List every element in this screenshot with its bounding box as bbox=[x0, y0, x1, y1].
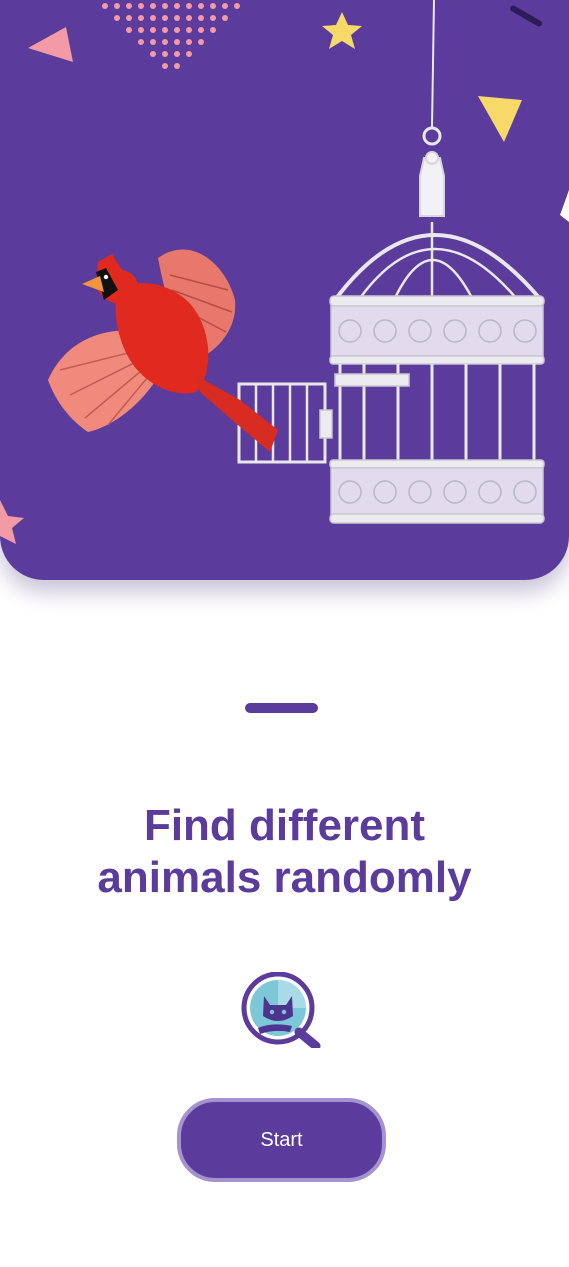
birdcage-illustration bbox=[237, 0, 545, 524]
onboarding-headline: Find different animals randomly bbox=[0, 800, 569, 904]
headline-line-2: animals randomly bbox=[97, 853, 472, 902]
page-indicator bbox=[245, 703, 318, 713]
hero-illustration bbox=[0, 0, 569, 580]
start-button[interactable]: Start bbox=[177, 1098, 386, 1182]
cat-magnifier-icon bbox=[240, 971, 322, 1051]
headline-line-1: Find different bbox=[143, 801, 426, 850]
cardinal-bird-illustration bbox=[48, 249, 278, 452]
